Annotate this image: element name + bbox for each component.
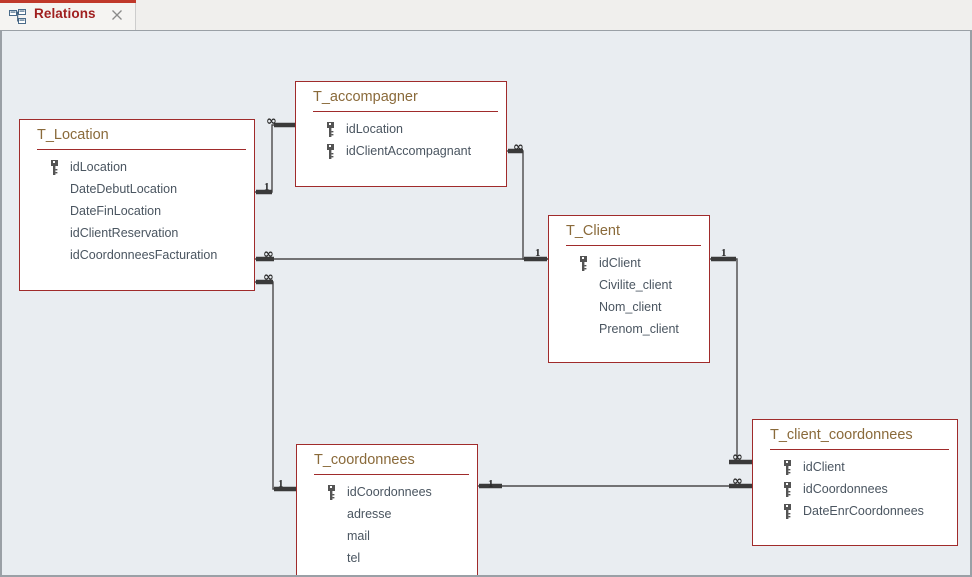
table-field-list: idLocation idClientAccompagnant	[296, 112, 506, 172]
field-row[interactable]: idCoordonnees	[753, 478, 957, 500]
field-row[interactable]: DateFinLocation	[20, 200, 254, 222]
field-row[interactable]: idLocation	[20, 156, 254, 178]
table-t-location[interactable]: T_Location idLocation DateDebutLocation …	[19, 119, 255, 291]
cardinality-marker: ∞	[732, 474, 743, 489]
field-row[interactable]: idClient	[549, 252, 709, 274]
field-name: idLocation	[70, 160, 127, 174]
field-name: adresse	[347, 507, 392, 521]
cardinality-marker: ∞	[513, 140, 524, 155]
field-row[interactable]: idClient	[753, 456, 957, 478]
rel-location-accompagner-line	[255, 124, 297, 193]
table-field-list: idClient idCoordonnees DateEnrCoordonnee…	[753, 450, 957, 532]
field-row[interactable]: idLocation	[296, 118, 506, 140]
table-field-list: idCoordonnees adresse mail tel	[297, 475, 477, 575]
relations-window: Relations T_Location idLocation DateDebu…	[0, 0, 972, 577]
field-name: DateFinLocation	[70, 204, 162, 218]
primary-key-icon	[326, 144, 335, 159]
field-name: DateDebutLocation	[70, 182, 178, 196]
relations-icon	[9, 9, 27, 25]
cardinality-marker: 1	[488, 478, 494, 490]
cardinality-marker: 1	[278, 478, 284, 490]
field-name: idClient	[803, 460, 845, 474]
field-row[interactable]: mail	[297, 525, 477, 547]
cardinality-marker: 1	[535, 247, 541, 259]
relations-canvas[interactable]: T_Location idLocation DateDebutLocation …	[0, 31, 972, 577]
rel-location-coordonnees-line	[255, 281, 297, 490]
table-t-client-coordonnees[interactable]: T_client_coordonnees idClient idCoordonn…	[752, 419, 958, 546]
primary-key-icon	[783, 504, 792, 519]
field-name: Nom_client	[599, 300, 662, 314]
field-name: idClientAccompagnant	[346, 144, 472, 158]
field-row[interactable]: Prenom_client	[549, 318, 709, 340]
cardinality-marker: ∞	[263, 247, 274, 262]
table-title: T_coordonnees	[314, 452, 415, 468]
field-row[interactable]: idCoordonneesFacturation	[20, 244, 254, 266]
field-row[interactable]: idClientReservation	[20, 222, 254, 244]
table-field-list: idClient Civilite_client Nom_client Pren…	[549, 246, 709, 350]
field-name: idClientReservation	[70, 226, 179, 240]
primary-key-icon	[579, 256, 588, 271]
rel-accompagner-client-line	[507, 150, 548, 260]
field-row[interactable]: idClientAccompagnant	[296, 140, 506, 162]
document-tab-strip: Relations	[0, 0, 972, 31]
table-title: T_Client	[566, 223, 620, 239]
field-name: mail	[347, 529, 370, 543]
field-row[interactable]: idCoordonnees	[297, 481, 477, 503]
primary-key-icon	[783, 482, 792, 497]
cardinality-marker: 1	[264, 181, 270, 193]
cardinality-marker: ∞	[266, 114, 277, 129]
field-name: idCoordonneesFacturation	[70, 248, 218, 262]
field-row[interactable]: tel	[297, 547, 477, 569]
field-row[interactable]: Civilite_client	[549, 274, 709, 296]
field-name: DateEnrCoordonnees	[803, 504, 924, 518]
cardinality-marker: ∞	[732, 450, 743, 465]
tab-relations[interactable]: Relations	[0, 0, 136, 31]
tab-active-accent	[0, 0, 136, 3]
field-name: Prenom_client	[599, 322, 679, 336]
table-title: T_client_coordonnees	[770, 427, 913, 443]
field-name: Civilite_client	[599, 278, 672, 292]
field-row[interactable]: DateEnrCoordonnees	[753, 500, 957, 522]
primary-key-icon	[326, 122, 335, 137]
primary-key-icon	[50, 160, 59, 175]
field-row[interactable]: DateDebutLocation	[20, 178, 254, 200]
close-icon[interactable]	[110, 8, 124, 22]
cardinality-marker: ∞	[263, 270, 274, 285]
cardinality-marker: 1	[721, 247, 727, 259]
table-title: T_accompagner	[313, 89, 418, 105]
field-name: tel	[347, 551, 361, 565]
tab-label: Relations	[34, 6, 96, 21]
field-name: idCoordonnees	[347, 485, 432, 499]
field-row[interactable]: Nom_client	[549, 296, 709, 318]
primary-key-icon	[783, 460, 792, 475]
field-row[interactable]: adresse	[297, 503, 477, 525]
field-name: idCoordonnees	[803, 482, 888, 496]
primary-key-icon	[327, 485, 336, 500]
field-name: idClient	[599, 256, 641, 270]
table-field-list: idLocation DateDebutLocation DateFinLoca…	[20, 150, 254, 276]
table-t-client[interactable]: T_Client idClient Civilite_client Nom_cl…	[548, 215, 710, 363]
table-title: T_Location	[37, 127, 109, 143]
field-name: idLocation	[346, 122, 403, 136]
table-t-accompagner[interactable]: T_accompagner idLocation idClientAccompa…	[295, 81, 507, 187]
rel-client-clientcoordonnees-line	[710, 258, 753, 463]
table-t-coordonnees[interactable]: T_coordonnees idCoordonnees adresse mail…	[296, 444, 478, 575]
